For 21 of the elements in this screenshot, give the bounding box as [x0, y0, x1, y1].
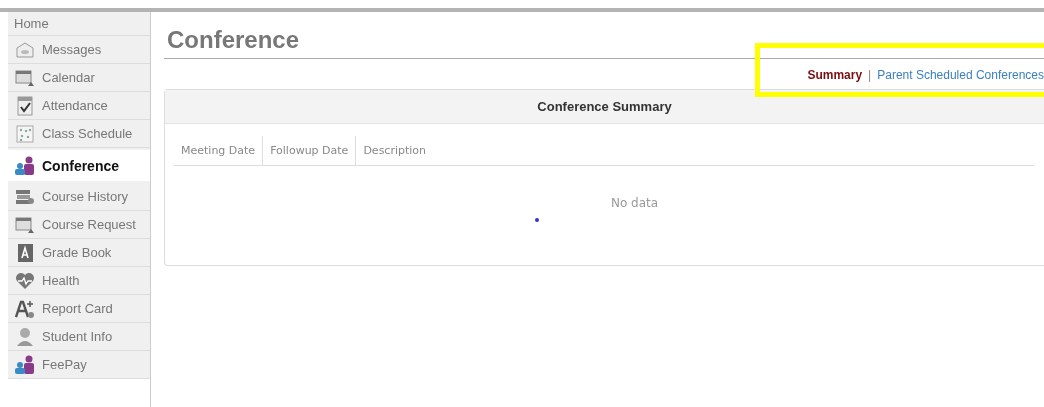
gradebook-icon	[16, 242, 34, 263]
people-icon	[14, 155, 36, 176]
envelope-icon	[15, 40, 35, 59]
people-icon	[14, 354, 36, 375]
empty-message: No data	[609, 196, 660, 210]
view-link[interactable]: Parent Scheduled Conferences	[877, 68, 1044, 79]
grid-icon	[16, 124, 34, 143]
column-header[interactable]: Meeting Date	[174, 136, 264, 165]
panel-title: Conference Summary	[165, 90, 1044, 124]
calendar-icon	[15, 215, 35, 234]
grade-plus-icon	[15, 298, 35, 319]
books-icon	[15, 187, 35, 206]
calendar-icon	[15, 68, 35, 87]
checklist-icon	[16, 95, 34, 116]
column-header[interactable]: Followup Date	[263, 136, 357, 165]
column-header[interactable]: Description	[356, 136, 434, 165]
heart-icon	[15, 271, 35, 290]
sidebar-item[interactable]: Conference	[8, 150, 151, 181]
person-icon	[16, 326, 34, 347]
loading-dot	[535, 218, 539, 222]
page-title: Conference	[164, 12, 1044, 59]
